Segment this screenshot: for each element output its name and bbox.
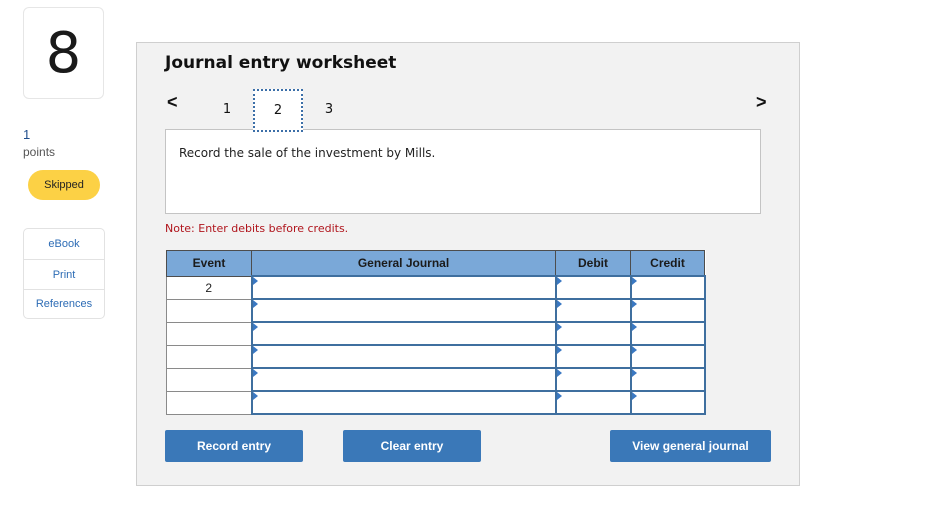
dropdown-marker-icon bbox=[556, 369, 562, 377]
debit-credit-note: Note: Enter debits before credits. bbox=[165, 222, 349, 235]
dropdown-marker-icon bbox=[631, 392, 637, 400]
dropdown-marker-icon bbox=[556, 300, 562, 308]
credit-input[interactable] bbox=[629, 298, 706, 323]
debit-input[interactable] bbox=[554, 275, 632, 300]
dropdown-marker-icon bbox=[631, 300, 637, 308]
table-row bbox=[166, 367, 706, 392]
record-entry-button[interactable]: Record entry bbox=[165, 430, 303, 462]
col-header-event: Event bbox=[166, 250, 252, 277]
tab-1[interactable]: 1 bbox=[202, 89, 252, 129]
entry-prompt: Record the sale of the investment by Mil… bbox=[165, 129, 761, 214]
dropdown-marker-icon bbox=[252, 346, 258, 354]
dropdown-marker-icon bbox=[631, 323, 637, 331]
debit-input[interactable] bbox=[554, 298, 632, 323]
view-general-journal-button[interactable]: View general journal bbox=[610, 430, 771, 462]
event-cell bbox=[166, 298, 252, 323]
col-header-general-journal: General Journal bbox=[251, 250, 556, 277]
debit-input[interactable] bbox=[554, 344, 632, 369]
general-journal-input[interactable] bbox=[250, 321, 557, 346]
table-row: 2 bbox=[166, 275, 706, 300]
dropdown-marker-icon bbox=[556, 277, 562, 285]
general-journal-input[interactable] bbox=[250, 367, 557, 392]
dropdown-marker-icon bbox=[252, 323, 258, 331]
table-row bbox=[166, 298, 706, 323]
dropdown-marker-icon bbox=[556, 346, 562, 354]
clear-entry-button[interactable]: Clear entry bbox=[343, 430, 481, 462]
points-label: points bbox=[23, 145, 56, 159]
dropdown-marker-icon bbox=[252, 392, 258, 400]
credit-input[interactable] bbox=[629, 390, 706, 415]
general-journal-input[interactable] bbox=[250, 344, 557, 369]
credit-input[interactable] bbox=[629, 367, 706, 392]
dropdown-marker-icon bbox=[631, 369, 637, 377]
references-link[interactable]: References bbox=[24, 289, 104, 318]
table-row bbox=[166, 344, 706, 369]
general-journal-input[interactable] bbox=[250, 298, 557, 323]
credit-input[interactable] bbox=[629, 275, 706, 300]
event-cell bbox=[166, 321, 252, 346]
tab-3[interactable]: 3 bbox=[304, 89, 354, 129]
tab-2[interactable]: 2 bbox=[253, 89, 303, 132]
dropdown-marker-icon bbox=[631, 277, 637, 285]
credit-input[interactable] bbox=[629, 321, 706, 346]
debit-input[interactable] bbox=[554, 321, 632, 346]
general-journal-input[interactable] bbox=[250, 275, 557, 300]
table-row bbox=[166, 390, 706, 415]
debit-input[interactable] bbox=[554, 390, 632, 415]
event-cell bbox=[166, 367, 252, 392]
table-row bbox=[166, 321, 706, 346]
print-link[interactable]: Print bbox=[24, 259, 104, 289]
event-cell bbox=[166, 390, 252, 415]
journal-table: Event General Journal Debit Credit 2 bbox=[166, 250, 706, 415]
status-badge: Skipped bbox=[28, 170, 100, 200]
col-header-credit: Credit bbox=[630, 250, 705, 277]
dropdown-marker-icon bbox=[631, 346, 637, 354]
event-cell bbox=[166, 344, 252, 369]
worksheet-title: Journal entry worksheet bbox=[165, 53, 397, 73]
col-header-debit: Debit bbox=[555, 250, 631, 277]
credit-input[interactable] bbox=[629, 344, 706, 369]
ebook-link[interactable]: eBook bbox=[24, 229, 104, 259]
chevron-right-icon[interactable]: > bbox=[756, 92, 767, 113]
dropdown-marker-icon bbox=[252, 277, 258, 285]
dropdown-marker-icon bbox=[252, 300, 258, 308]
chevron-left-icon[interactable]: < bbox=[167, 92, 178, 113]
event-cell: 2 bbox=[166, 275, 252, 300]
dropdown-marker-icon bbox=[252, 369, 258, 377]
question-number: 8 bbox=[23, 7, 104, 99]
worksheet-panel: Journal entry worksheet < 1 2 3 > Record… bbox=[136, 42, 800, 486]
dropdown-marker-icon bbox=[556, 392, 562, 400]
debit-input[interactable] bbox=[554, 367, 632, 392]
general-journal-input[interactable] bbox=[250, 390, 557, 415]
points-value: 1 bbox=[23, 127, 31, 142]
side-links: eBook Print References bbox=[23, 228, 105, 319]
dropdown-marker-icon bbox=[556, 323, 562, 331]
